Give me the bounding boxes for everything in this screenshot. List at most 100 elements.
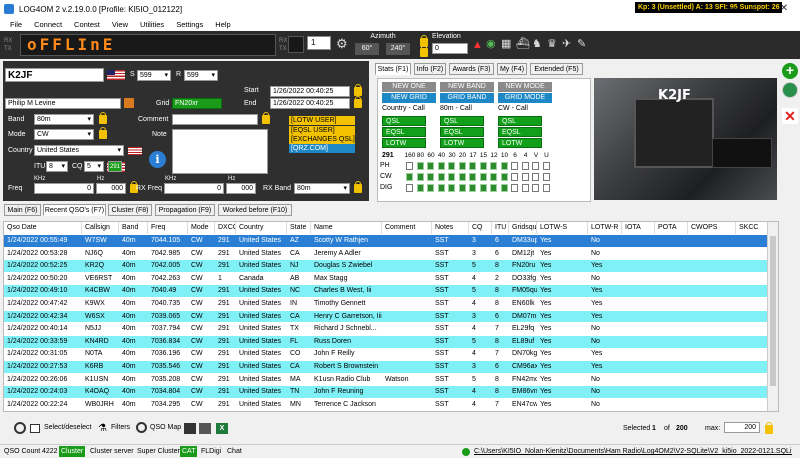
tab-stats[interactable]: Stats (F1)	[375, 63, 411, 75]
column-header-lotw-s[interactable]: LOTW-S	[537, 222, 588, 234]
tab-worked-before[interactable]: Worked before (F10)	[218, 204, 292, 216]
column-header-cq[interactable]: CQ	[469, 222, 492, 234]
globe-icon[interactable]: ◉	[486, 39, 496, 50]
gear-icon[interactable]: ⚙	[336, 37, 348, 50]
export-icon[interactable]	[184, 423, 196, 434]
table-row[interactable]: 1/24/2022 00:33:59 KN4RD 40m 7036.834 CW 291 U…	[4, 335, 768, 348]
freq-hz-input[interactable]: 000	[96, 183, 126, 194]
print-icon[interactable]	[199, 423, 211, 434]
lock-icon-2[interactable]	[420, 45, 428, 57]
mode-select[interactable]: CW	[34, 129, 94, 140]
table-row[interactable]: 1/24/2022 00:53:28 NJ6Q 40m 7042.985 CW 291 Un…	[4, 247, 768, 260]
chat-status[interactable]: Chat	[225, 446, 244, 457]
column-header-lotw-r[interactable]: LOTW-R	[588, 222, 622, 234]
scroll-thumb[interactable]	[770, 236, 776, 386]
max-input[interactable]: 200	[724, 422, 760, 433]
database-path[interactable]: C:\Users\KI5IO_Nolan-Kienitz\Documents\H…	[472, 446, 792, 457]
menu-connect[interactable]: Connect	[34, 20, 62, 29]
mode-lock-icon[interactable]	[99, 127, 107, 139]
country-select[interactable]: United States	[34, 145, 124, 156]
fldigi-status[interactable]: FLDigi	[199, 446, 223, 457]
table-row[interactable]: 1/24/2022 00:50:20 VE6RST 40m 7042.263 CW 1 Ca…	[4, 272, 768, 285]
note-textarea[interactable]	[172, 129, 268, 174]
cq-select[interactable]: 5	[84, 161, 104, 172]
maximize-button[interactable]: ☐	[746, 0, 770, 18]
menu-utilities[interactable]: Utilities	[140, 20, 164, 29]
menu-contest[interactable]: Contest	[74, 20, 100, 29]
start-input[interactable]: 1/26/2022 00:40:25	[270, 86, 350, 97]
table-row[interactable]: 1/24/2022 00:31:05 N0TA 40m 7036.196 CW 291 Un…	[4, 348, 768, 361]
azimuth-short[interactable]: 60°	[355, 43, 379, 55]
column-header-state[interactable]: State	[287, 222, 311, 234]
column-header-gridsquare[interactable]: Gridsquare	[509, 222, 537, 234]
grid-input[interactable]: FN20xr	[172, 98, 222, 109]
menu-help[interactable]: Help	[215, 20, 230, 29]
qso-map-button[interactable]: QSO Map	[150, 424, 181, 431]
tab-info[interactable]: Info (F2)	[414, 63, 446, 75]
filter-icon[interactable]: ⚗	[98, 423, 107, 434]
rst-sent-select[interactable]: 599	[137, 70, 171, 81]
tab-extended[interactable]: Extended (F5)	[530, 63, 583, 75]
column-header-freq[interactable]: Freq	[148, 222, 188, 234]
tab-recent-qsos[interactable]: Recent QSO's (F7)	[43, 204, 106, 216]
tower-icon[interactable]: ▲	[472, 40, 483, 51]
globe-side-icon[interactable]	[782, 82, 798, 98]
tab-cluster[interactable]: Cluster (F8)	[108, 204, 152, 216]
freq-khz-input[interactable]: 0	[34, 183, 94, 194]
memory-spinner[interactable]: 1	[307, 36, 331, 50]
crown-icon[interactable]: ♛	[547, 39, 557, 50]
rx-band-lock-icon[interactable]	[354, 181, 362, 193]
ship-icon[interactable]: ⛴	[516, 39, 530, 50]
column-header-comment[interactable]: Comment	[382, 222, 432, 234]
comment-input[interactable]	[172, 114, 258, 125]
table-row[interactable]: 1/24/2022 00:42:34 W6SX 40m 7039.065 CW 291 Un…	[4, 310, 768, 323]
column-header-mode[interactable]: Mode	[188, 222, 215, 234]
super-cluster-status[interactable]: Super Cluster	[135, 446, 182, 457]
refresh-icon[interactable]	[14, 422, 26, 434]
column-header-country[interactable]: Country	[236, 222, 287, 234]
qso-map-icon[interactable]	[136, 422, 147, 433]
end-lock-icon[interactable]	[354, 96, 362, 108]
column-header-qso-date[interactable]: Qso Date	[4, 222, 82, 234]
max-lock-icon[interactable]	[765, 422, 773, 434]
table-row[interactable]: 1/24/2022 00:49:10 K4CBW 40m 7040.49 CW 291 Un…	[4, 285, 768, 298]
satellite-icon[interactable]: ✈	[562, 39, 571, 50]
elevation-input[interactable]: 0	[432, 43, 468, 54]
column-header-pota[interactable]: POTA	[655, 222, 688, 234]
start-lock-icon[interactable]	[354, 84, 362, 96]
grid-icon[interactable]: ▦	[501, 39, 511, 50]
table-row[interactable]: 1/24/2022 00:52:25 KR2Q 40m 7042.005 CW 291 Un…	[4, 260, 768, 272]
band-select[interactable]: 80m	[34, 114, 94, 125]
table-row[interactable]: 1/24/2022 00:24:03 K4OAQ 40m 7034.804 CW 291 U…	[4, 386, 768, 398]
table-row[interactable]: 1/24/2022 00:27:53 K6RB 40m 7035.546 CW 291 Un…	[4, 361, 768, 373]
lookup-icon[interactable]	[124, 98, 134, 108]
menu-settings[interactable]: Settings	[176, 20, 203, 29]
tab-main[interactable]: Main (F6)	[4, 204, 41, 216]
table-row[interactable]: 1/24/2022 00:26:06 K1USN 40m 7035.208 CW 291 U…	[4, 373, 768, 386]
table-row[interactable]: 1/24/2022 00:47:42 K9WX 40m 7040.735 CW 291 Un…	[4, 298, 768, 310]
delete-icon[interactable]: ✕	[782, 108, 798, 124]
column-header-band[interactable]: Band	[119, 222, 148, 234]
name-input[interactable]: Philip M Levine	[5, 98, 121, 109]
table-row[interactable]: 1/24/2022 00:55:49 W7SW 40m 7044.105 CW 291 Un…	[4, 235, 768, 247]
column-header-name[interactable]: Name	[311, 222, 382, 234]
cat-status[interactable]: CAT	[180, 446, 198, 457]
column-header-itu[interactable]: ITU	[492, 222, 509, 234]
tab-my[interactable]: My (F4)	[497, 63, 527, 75]
table-row[interactable]: 1/24/2022 00:22:24 WB0JRH 40m 7034.295 CW 291…	[4, 398, 768, 411]
end-input[interactable]: 1/26/2022 00:40:25	[270, 98, 350, 109]
tab-propagation[interactable]: Propagation (F9)	[155, 204, 215, 216]
info-icon[interactable]: i	[149, 151, 166, 168]
vertical-scrollbar[interactable]	[767, 222, 778, 411]
close-button[interactable]: ✕	[772, 0, 796, 18]
callsign-input[interactable]: K2JF	[5, 68, 104, 82]
column-header-callsign[interactable]: Callsign	[82, 222, 119, 234]
itu-select[interactable]: 8	[46, 161, 68, 172]
cluster-server-status[interactable]: Cluster server	[88, 446, 136, 457]
add-icon[interactable]: +	[782, 63, 798, 79]
rst-rcvd-select[interactable]: 599	[184, 70, 218, 81]
column-header-skcc[interactable]: SKCC	[736, 222, 768, 234]
rx-freq-hz-input[interactable]: 000	[226, 183, 256, 194]
minimize-button[interactable]: —	[720, 0, 744, 18]
select-icon[interactable]	[30, 424, 40, 433]
